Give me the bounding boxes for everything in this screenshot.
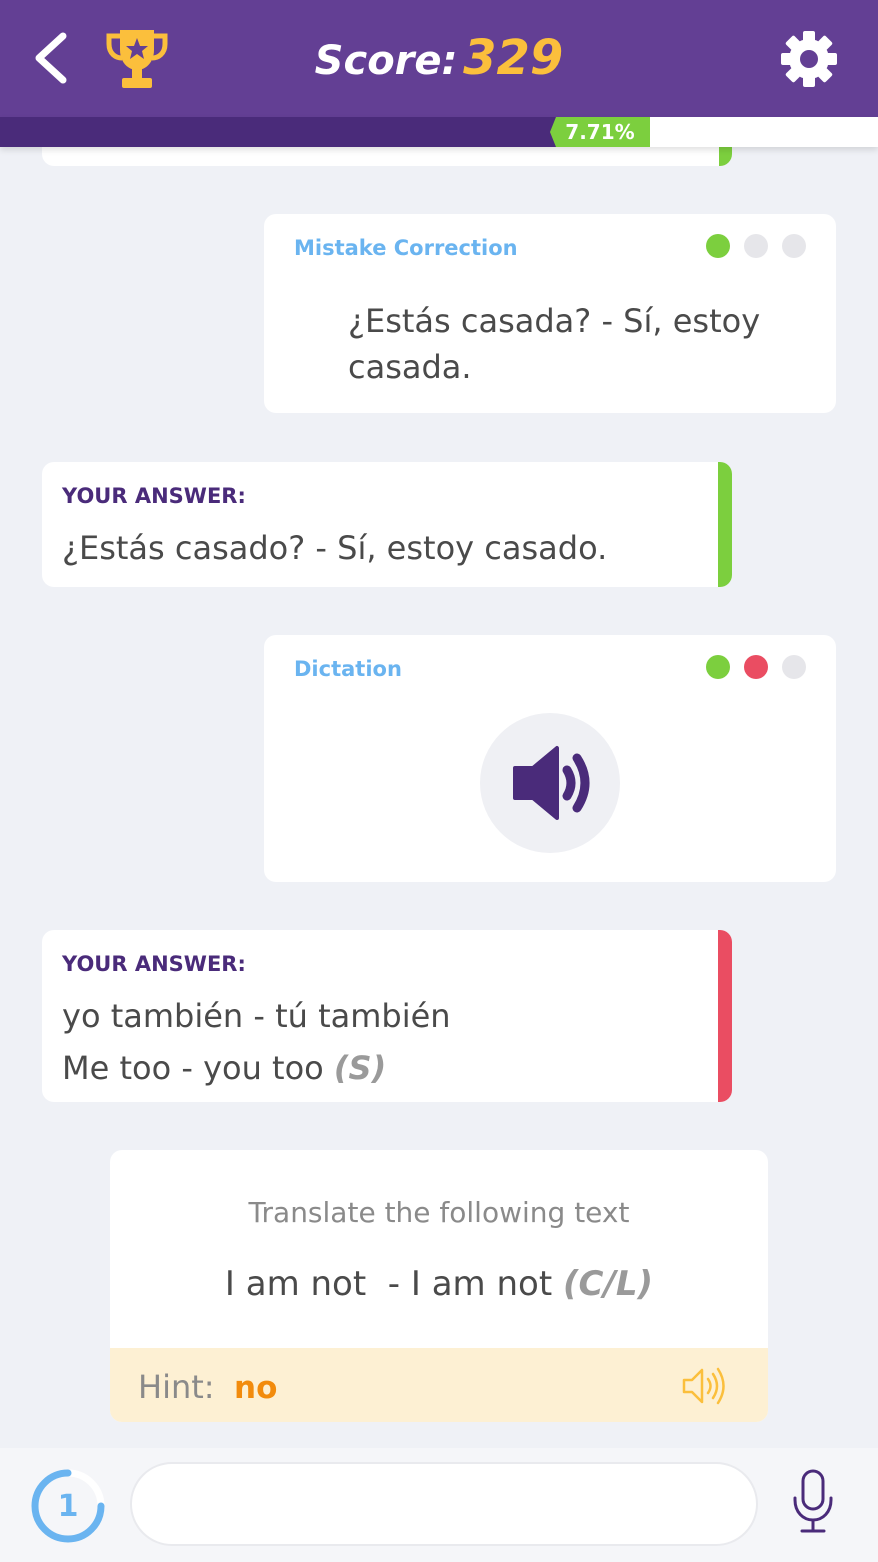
prompt-tag: (C/L) [562, 1264, 654, 1304]
settings-button[interactable] [778, 28, 840, 90]
exercise-type-label: Mistake Correction [294, 236, 518, 260]
hint-audio-button[interactable] [680, 1364, 730, 1408]
exercise-type-label: Dictation [294, 657, 402, 681]
translate-card: Translate the following text I am not - … [110, 1150, 768, 1422]
score-display: Score: 329 [0, 30, 878, 86]
hint-label: Hint: [138, 1368, 215, 1406]
score-label: Score: [314, 38, 458, 84]
attempt-dots [706, 234, 806, 258]
wrong-indicator-bar [718, 930, 732, 1102]
attempt-dot-correct [706, 655, 730, 679]
answer-input[interactable] [130, 1462, 758, 1546]
progress-fill [0, 117, 556, 147]
counter-value: 1 [57, 1488, 79, 1524]
prompt-sentence: I am not - I am not [224, 1264, 553, 1304]
attempt-dot-wrong [744, 655, 768, 679]
instruction-text: Translate the following text [248, 1196, 630, 1229]
attempt-dot-empty [782, 655, 806, 679]
attempt-dots [706, 655, 806, 679]
answer-line-english: Me too - you too (S) [62, 1042, 451, 1094]
answer-line-spanish: yo también - tú también [62, 997, 451, 1035]
answer-line-english-text: Me too - you too [62, 1049, 324, 1087]
attempt-dot-empty [744, 234, 768, 258]
remaining-counter: 1 [30, 1468, 106, 1544]
your-answer-label: YOUR ANSWER: [62, 952, 246, 976]
play-audio-button[interactable] [480, 713, 620, 853]
your-answer-text: yo también - tú también Me too - you too… [62, 990, 451, 1094]
progress-bar: 7.71% [0, 117, 878, 147]
your-answer-card: YOUR ANSWER: yo también - tú también Me … [42, 930, 732, 1102]
top-bar: Score: 329 [0, 0, 878, 117]
gear-icon [781, 31, 837, 87]
hint-bar: Hint: no [110, 1348, 768, 1422]
speaker-outline-icon [682, 1367, 725, 1405]
correct-indicator-bar [718, 462, 732, 587]
mistake-correction-card: Mistake Correction ¿Estás casada? - Sí, … [264, 214, 836, 413]
speaker-icon [513, 746, 590, 820]
attempt-dot-correct [706, 234, 730, 258]
microphone-button[interactable] [790, 1468, 836, 1536]
answer-tag: (S) [333, 1049, 387, 1087]
dictation-card: Dictation [264, 635, 836, 882]
your-answer-label: YOUR ANSWER: [62, 484, 246, 508]
your-answer-text: ¿Estás casado? - Sí, estoy casado. [62, 529, 608, 567]
attempt-dot-empty [782, 234, 806, 258]
prompt-text: I am not - I am not (C/L) [110, 1264, 768, 1304]
score-value: 329 [463, 30, 564, 86]
hint-value: no [234, 1370, 278, 1406]
microphone-icon [793, 1469, 833, 1533]
correction-sentence: ¿Estás casada? - Sí, estoy casada. [348, 302, 761, 386]
your-answer-card: YOUR ANSWER: ¿Estás casado? - Sí, estoy … [42, 462, 732, 587]
progress-percent: 7.71% [550, 117, 650, 147]
input-bar: 1 [0, 1448, 878, 1562]
